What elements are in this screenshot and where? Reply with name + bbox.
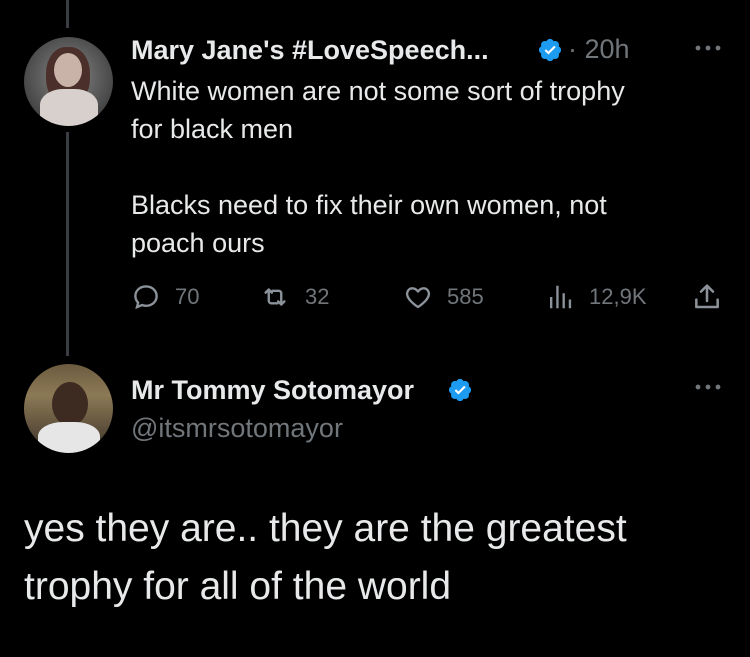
tweet-text-line: Blacks need to fix their own women, not: [131, 190, 607, 220]
ellipsis-icon[interactable]: [694, 383, 722, 391]
author-name[interactable]: Mr Tommy Sotomayor: [131, 375, 414, 406]
author-name[interactable]: Mary Jane's #LoveSpeech...: [131, 35, 489, 66]
like-button[interactable]: 585: [403, 280, 484, 314]
ellipsis-icon[interactable]: [694, 44, 722, 52]
retweet-count: 32: [305, 284, 330, 309]
tweet-actions: 70 32 585 12,9K: [131, 280, 726, 314]
retweet-icon: [264, 288, 286, 306]
tweet-text-line: White women are not some sort of trophy: [131, 76, 625, 106]
reply-button[interactable]: 70: [131, 280, 199, 314]
thread-line-top: [66, 0, 69, 28]
share-icon: [695, 284, 719, 309]
tweet-text: yes they are.. they are the greatest tro…: [24, 500, 724, 616]
like-count: 585: [447, 284, 484, 309]
speech-bubble-icon: [134, 285, 158, 310]
avatar[interactable]: [24, 37, 113, 126]
bar-chart-icon: [550, 285, 572, 309]
retweet-button[interactable]: 32: [259, 280, 329, 314]
share-button[interactable]: [691, 280, 723, 314]
avatar-body: [38, 422, 100, 453]
tweet-text-line: poach ours: [131, 228, 265, 258]
verified-badge-icon: [538, 38, 562, 62]
reply-count: 70: [175, 284, 200, 309]
avatar-face: [52, 382, 88, 426]
avatar-face: [54, 53, 82, 87]
thread-line: [66, 132, 69, 356]
views-button[interactable]: 12,9K: [545, 280, 647, 314]
heart-icon: [405, 287, 431, 309]
tweet-text-line: yes they are.. they are the greatest: [24, 507, 627, 550]
tweet-text-line: for black men: [131, 114, 294, 144]
author-handle[interactable]: @itsmrsotomayor: [131, 413, 343, 444]
verified-badge-icon: [448, 378, 472, 402]
avatar-body: [40, 89, 98, 126]
avatar[interactable]: [24, 364, 113, 453]
tweet-text-line: trophy for all of the world: [24, 565, 452, 608]
views-count: 12,9K: [589, 284, 647, 309]
tweet-timestamp[interactable]: · 20h: [568, 34, 630, 65]
tweet-text: White women are not some sort of trophy …: [131, 72, 721, 262]
